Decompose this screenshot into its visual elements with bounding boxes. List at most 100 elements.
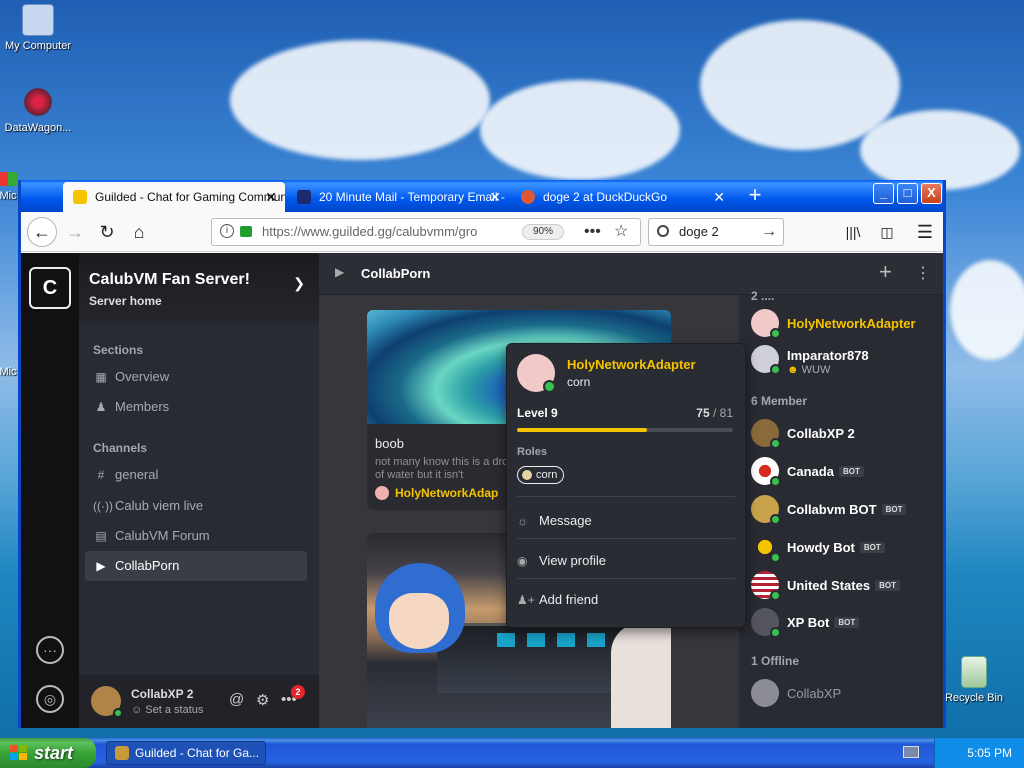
media-icon: ▶ <box>96 559 106 573</box>
search-query[interactable]: doge 2 <box>679 219 719 245</box>
profile-popup: HolyNetworkAdapter corn Level 9 75 / 81 … <box>506 343 746 628</box>
channel-collabporn[interactable]: ▶ CollabPorn <box>85 551 307 581</box>
menu-icon[interactable]: ☰ <box>911 218 939 246</box>
tab-duckduckgo[interactable]: doge 2 at DuckDuckGo ✕ <box>511 182 733 212</box>
url-bar[interactable]: i https://www.guilded.gg/calubvmm/gro 90… <box>211 218 641 246</box>
divider <box>517 496 735 497</box>
library-icon[interactable]: |||\ <box>839 218 867 246</box>
channel-calub-viem-live[interactable]: ((·)) Calub viem live <box>85 491 307 521</box>
close-tab-icon[interactable]: ✕ <box>265 182 277 212</box>
add-friend-button[interactable]: ♟+ Add friend <box>517 587 735 613</box>
desktop-icon-datawagon[interactable]: DataWagon... <box>0 86 76 134</box>
tab-guilded[interactable]: Guilded - Chat for Gaming Commun ✕ <box>63 182 285 212</box>
member-united-states[interactable]: United States BOT <box>751 571 941 601</box>
member-howdy-bot[interactable]: Howdy Bot BOT <box>751 533 941 563</box>
minimize-button[interactable]: _ <box>873 183 894 204</box>
current-user-name[interactable]: CollabXP 2 <box>131 687 193 701</box>
clock[interactable]: 5:05 PM <box>967 746 1012 760</box>
url-text[interactable]: https://www.guilded.gg/calubvmm/gro <box>262 219 517 245</box>
duckduckgo-icon <box>521 190 535 204</box>
channel-calubvm-forum[interactable]: ▤ CalubVM Forum <box>85 521 307 551</box>
member-collabxp2[interactable]: CollabXP 2 <box>751 419 941 449</box>
member-collabvm-bot[interactable]: Collabvm BOT BOT <box>751 495 941 525</box>
datawagon-icon <box>22 86 54 118</box>
online-indicator <box>770 438 781 449</box>
media-author[interactable]: HolyNetworkAdap <box>375 486 498 500</box>
info-icon[interactable]: i <box>220 224 234 238</box>
image-detail <box>389 593 449 649</box>
server-header[interactable]: CalubVM Fan Server! Server home ❯ <box>79 253 319 323</box>
chat-bubble-icon[interactable]: ··· <box>36 636 64 664</box>
search-go-icon[interactable]: → <box>761 219 777 245</box>
channel-options-icon[interactable]: ⋮ <box>915 263 931 283</box>
start-button[interactable]: start <box>0 738 96 768</box>
desktop-icon-my-computer[interactable]: My Computer <box>0 4 76 52</box>
grid-icon: ▦ <box>95 370 107 384</box>
close-tab-icon[interactable]: ✕ <box>713 182 725 212</box>
zoom-indicator[interactable]: 90% <box>522 224 564 240</box>
gear-icon[interactable]: ⚙ <box>256 691 269 709</box>
server-rail: C ··· ◎ <box>21 253 79 728</box>
add-post-button[interactable]: + <box>879 259 892 285</box>
profile-xp: 75 / 81 <box>696 406 733 420</box>
reload-button[interactable]: ↻ <box>93 218 121 246</box>
media-icon: ▶ <box>335 265 345 279</box>
home-button[interactable]: ⌂ <box>125 218 153 246</box>
mention-icon[interactable]: @ <box>229 691 244 708</box>
tab-20-minute-mail[interactable]: 20 Minute Mail - Temporary Email - ✕ <box>287 182 509 212</box>
close-tab-icon[interactable]: ✕ <box>489 182 501 212</box>
profile-level: Level 9 <box>517 406 558 420</box>
bot-tag: BOT <box>838 466 864 477</box>
image-detail <box>527 633 545 647</box>
message-button[interactable]: ☼ Message <box>517 508 735 534</box>
new-tab-button[interactable]: + <box>741 182 769 210</box>
recycle-bin-icon <box>961 656 987 688</box>
status-emoji-icon: ☻ <box>787 364 799 376</box>
lock-icon <box>240 226 252 237</box>
roles-heading: Roles <box>517 446 547 458</box>
server-name: CalubVM Fan Server! <box>89 271 250 288</box>
bot-tag: BOT <box>875 580 900 591</box>
avatar <box>751 679 779 707</box>
back-button[interactable]: ← <box>27 217 57 247</box>
members-icon: ♟ <box>95 400 107 414</box>
divider <box>517 538 735 539</box>
member-xp-bot[interactable]: XP Bot BOT <box>751 608 941 638</box>
close-window-button[interactable]: X <box>921 183 942 204</box>
server-logo[interactable]: C <box>29 267 71 309</box>
sidebar-toggle-icon[interactable]: ◫ <box>873 218 901 246</box>
browser-window: Guilded - Chat for Gaming Commun ✕ 20 Mi… <box>18 180 946 728</box>
member-canada[interactable]: Canada BOT <box>751 457 941 487</box>
online-indicator <box>770 364 781 375</box>
desktop-icon-recycle-bin[interactable]: Recycle Bin <box>936 656 1012 704</box>
maximize-button[interactable]: □ <box>897 183 918 204</box>
search-box[interactable]: doge 2 → <box>648 218 784 246</box>
sidebar-item-members[interactable]: ♟ Members <box>85 392 307 422</box>
member-holynetworkadapter[interactable]: HolyNetworkAdapter <box>751 309 941 339</box>
computer-icon <box>22 4 54 36</box>
view-profile-button[interactable]: ◉ View profile <box>517 548 735 574</box>
role-badge[interactable]: corn <box>517 466 565 484</box>
set-status-link[interactable]: ☺ Set a status <box>131 704 203 716</box>
community-icon[interactable]: ◎ <box>36 685 64 713</box>
hash-icon: # <box>97 468 105 482</box>
member-imparator878[interactable]: Imparator878 ☻ WUW <box>751 345 941 376</box>
member-status: ☻ WUW <box>787 364 831 376</box>
profile-subtitle: corn <box>567 375 591 389</box>
chevron-down-icon[interactable]: ❯ <box>293 275 305 292</box>
image-detail <box>611 623 671 728</box>
page-actions-icon[interactable]: ••• <box>584 219 601 245</box>
windows-logo-icon <box>10 745 28 761</box>
current-user-panel: CollabXP 2 ☺ Set a status @ ⚙ ••• 2 <box>79 675 319 728</box>
avatar[interactable] <box>517 354 556 393</box>
server-sidebar: CalubVM Fan Server! Server home ❯ Sectio… <box>79 253 319 728</box>
sidebar-item-overview[interactable]: ▦ Overview <box>85 362 307 392</box>
online-indicator <box>770 328 781 339</box>
bookmark-star-icon[interactable]: ☆ <box>614 219 628 245</box>
image-detail <box>557 633 575 647</box>
keyboard-icon[interactable] <box>903 746 919 758</box>
taskbar-item-guilded[interactable]: Guilded - Chat for Ga... <box>106 741 266 765</box>
forward-button[interactable]: → <box>61 218 89 246</box>
member-collabxp[interactable]: CollabXP <box>751 679 941 709</box>
channel-general[interactable]: # general <box>85 460 307 490</box>
